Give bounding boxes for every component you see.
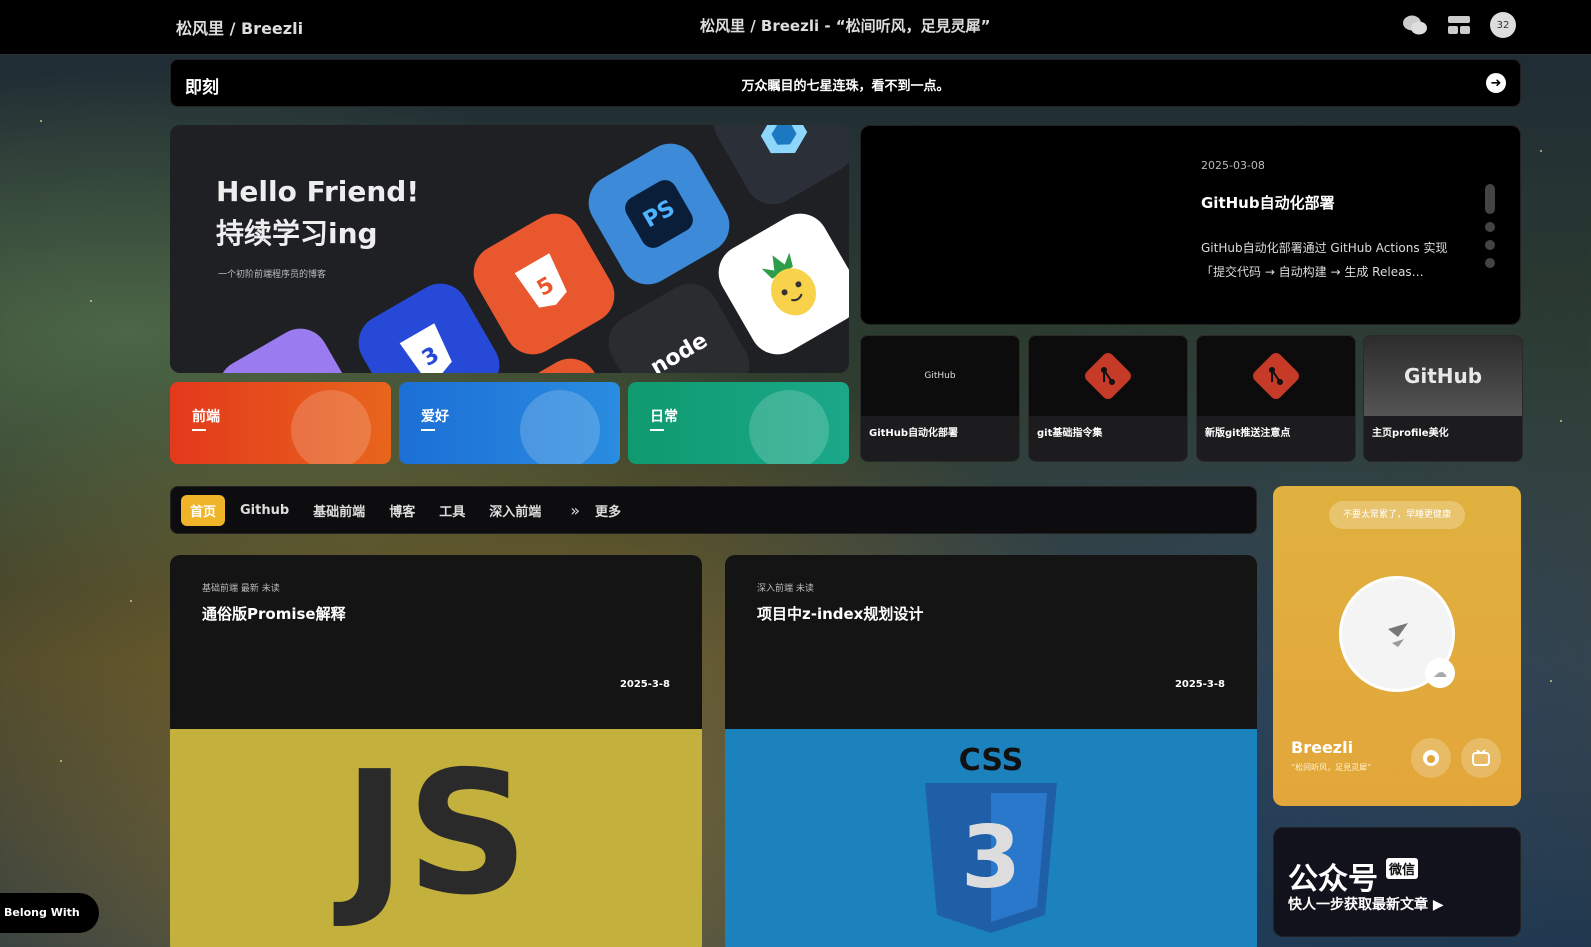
post-card[interactable]: 深入前端 未读 项目中z-index规划设计 2025-3-8 CSS 3 bbox=[725, 555, 1257, 947]
bilibili-button[interactable] bbox=[1461, 738, 1501, 778]
tab-tools[interactable]: 工具 bbox=[430, 495, 474, 526]
carousel-dot[interactable] bbox=[1485, 184, 1495, 214]
hero-line-2: 持续学习ing bbox=[216, 217, 378, 250]
category-card-daily[interactable]: 日常 bbox=[628, 382, 849, 464]
music-player[interactable]: Belong With Me bbox=[0, 893, 99, 947]
tab-more[interactable]: 更多 bbox=[586, 495, 630, 526]
category-label: 爱好 bbox=[421, 409, 449, 425]
css3-shield-icon: 3 bbox=[925, 783, 1057, 933]
github-icon bbox=[1423, 750, 1439, 766]
post-cover: CSS 3 bbox=[725, 729, 1257, 947]
tab-blog[interactable]: 博客 bbox=[380, 495, 424, 526]
arrow-right-icon[interactable]: ➜ bbox=[1486, 73, 1506, 93]
purple-tile bbox=[208, 318, 370, 373]
wechat-title: 公众号 bbox=[1288, 862, 1378, 897]
mini-post-cover: GitHub bbox=[861, 336, 1019, 416]
github-logo: GitHub bbox=[1403, 364, 1483, 388]
carousel-dot[interactable] bbox=[1485, 240, 1495, 250]
wechat-icon[interactable] bbox=[1402, 12, 1428, 38]
tab-basic-frontend[interactable]: 基础前端 bbox=[304, 495, 374, 526]
site-brand[interactable]: 松风里 / Breezli bbox=[176, 15, 303, 39]
fan-icon bbox=[520, 390, 600, 464]
category-card-frontend[interactable]: 前端 bbox=[170, 382, 391, 464]
top-navbar: 松风里 / Breezli 松风里 / Breezli - “松间听风，足見灵犀… bbox=[0, 0, 1591, 55]
carousel-dot[interactable] bbox=[1485, 222, 1495, 232]
layout-icon[interactable] bbox=[1446, 12, 1472, 38]
category-tabs: 首页 Github 基础前端 博客 工具 深入前端 » 更多 bbox=[170, 486, 1257, 534]
top-icons: 32 bbox=[1402, 12, 1516, 38]
post-cover: JS bbox=[170, 729, 702, 947]
category-underline bbox=[192, 429, 206, 431]
post-tags: 深入前端 未读 bbox=[757, 584, 814, 594]
github-logo: GitHub bbox=[924, 371, 956, 381]
hero-line-1: Hello Friend! bbox=[216, 175, 420, 208]
carousel-dot[interactable] bbox=[1485, 258, 1495, 268]
mini-post-card[interactable]: GitHub 主页profile美化 bbox=[1363, 335, 1523, 462]
mini-post-cover bbox=[1197, 336, 1355, 416]
js-logo-text: JS bbox=[343, 735, 529, 933]
category-underline bbox=[650, 429, 664, 431]
category-card-hobby[interactable]: 爱好 bbox=[399, 382, 620, 464]
mini-post-title: 新版git推送注意点 bbox=[1205, 428, 1291, 439]
carousel-dots bbox=[1485, 184, 1495, 268]
wechat-card[interactable]: 公众号 微信 快人一步获取最新文章 ▶ bbox=[1273, 827, 1521, 937]
flame-icon bbox=[291, 390, 371, 464]
post-date: 2025-3-8 bbox=[619, 679, 670, 690]
hero-banner: Hello Friend! 持续学习ing 一个初阶前端程序员的博客 3 5 P… bbox=[170, 125, 849, 373]
category-label: 日常 bbox=[650, 409, 678, 425]
category-label: 前端 bbox=[192, 409, 220, 425]
css-logo-text: CSS bbox=[958, 743, 1024, 778]
double-chevron-icon[interactable]: » bbox=[570, 501, 580, 520]
git-logo-icon bbox=[1253, 353, 1299, 399]
hero-subtitle: 一个初阶前端程序员的博客 bbox=[218, 270, 327, 280]
featured-post[interactable]: 2025-03-08 GitHub自动化部署 GitHub自动化部署通过 Git… bbox=[860, 125, 1521, 325]
featured-title[interactable]: GitHub自动化部署 bbox=[1201, 192, 1335, 213]
post-title[interactable]: 通俗版Promise解释 bbox=[202, 603, 346, 624]
post-date: 2025-3-8 bbox=[1174, 679, 1225, 690]
svg-text:3: 3 bbox=[961, 808, 1021, 908]
profile-card: 不要太常累了，早睡更健康 ☁ Breezli “松间听风，足見灵犀” bbox=[1273, 486, 1521, 806]
webpack-tile bbox=[703, 125, 849, 215]
wechat-badge: 微信 bbox=[1386, 858, 1419, 879]
wechat-subtitle: 快人一步获取最新文章 ▶ bbox=[1288, 897, 1444, 913]
mini-post-card[interactable]: git基础指令集 bbox=[1028, 335, 1188, 462]
user-avatar[interactable]: 32 bbox=[1490, 12, 1516, 38]
hero-heading: Hello Friend! 持续学习ing bbox=[216, 171, 419, 255]
site-title: 松风里 / Breezli - “松间听风，足見灵犀” bbox=[700, 17, 991, 35]
bird-icon bbox=[749, 390, 829, 464]
mini-post-card[interactable]: GitHub GitHub自动化部署 bbox=[860, 335, 1020, 462]
post-tags: 基础前端 最新 未读 bbox=[202, 584, 280, 594]
bilibili-icon bbox=[1472, 750, 1490, 766]
mini-post-title: 主页profile美化 bbox=[1372, 428, 1449, 439]
tab-home[interactable]: 首页 bbox=[181, 494, 226, 526]
tab-github[interactable]: Github bbox=[231, 497, 298, 524]
git-logo-icon bbox=[1085, 353, 1131, 399]
profile-name: Breezli bbox=[1291, 738, 1354, 757]
tab-advanced-frontend[interactable]: 深入前端 bbox=[480, 495, 550, 526]
featured-date: 2025-03-08 bbox=[1201, 159, 1265, 172]
ps-label: PS bbox=[620, 175, 698, 253]
post-card[interactable]: 基础前端 最新 未读 通俗版Promise解释 2025-3-8 JS bbox=[170, 555, 702, 947]
moment-text[interactable]: 万众瞩目的七星连珠，看不到一点。 bbox=[171, 75, 1520, 94]
mini-post-cover: GitHub bbox=[1364, 336, 1522, 416]
featured-description: GitHub自动化部署通过 GitHub Actions 实现「提交代码 → 自… bbox=[1201, 241, 1448, 279]
mini-post-cover bbox=[1029, 336, 1187, 416]
mini-post-card[interactable]: 新版git推送注意点 bbox=[1196, 335, 1356, 462]
moment-bar[interactable]: 即刻 万众瞩目的七星连珠，看不到一点。 ➜ bbox=[170, 59, 1521, 107]
profile-tip: 不要太常累了，早睡更健康 bbox=[1329, 501, 1465, 529]
github-button[interactable] bbox=[1411, 738, 1451, 778]
post-title[interactable]: 项目中z-index规划设计 bbox=[757, 603, 923, 624]
cloud-icon: ☁ bbox=[1425, 658, 1455, 688]
profile-quote: “松间听风，足見灵犀” bbox=[1291, 763, 1372, 772]
mini-post-title: GitHub自动化部署 bbox=[869, 428, 959, 439]
mini-post-title: git基础指令集 bbox=[1037, 428, 1103, 439]
category-underline bbox=[421, 429, 435, 431]
